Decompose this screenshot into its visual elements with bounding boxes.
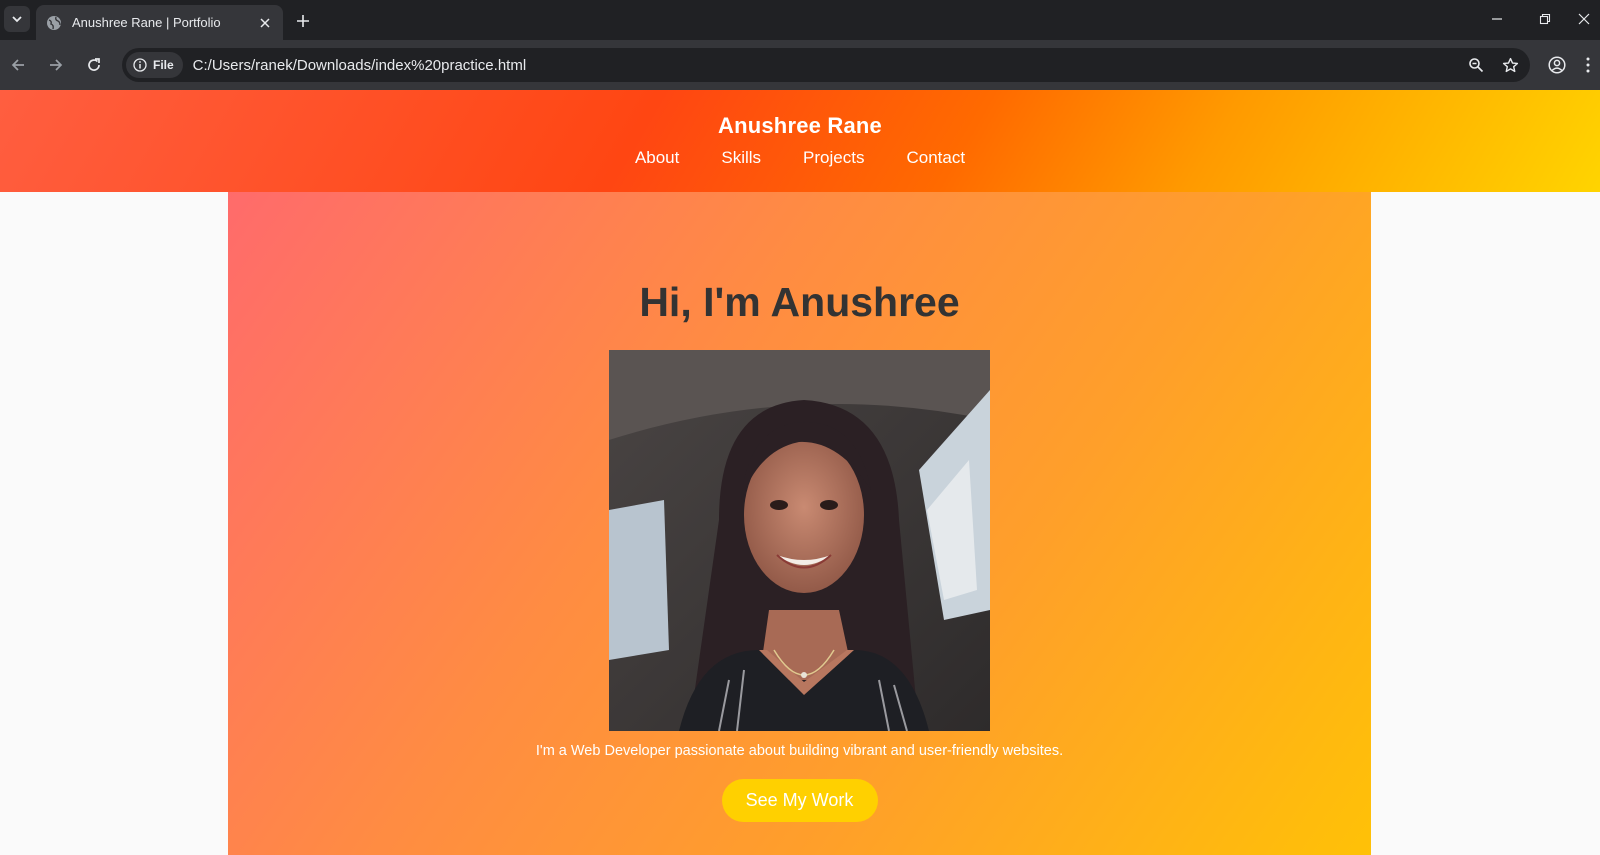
nav-link-contact[interactable]: Contact bbox=[906, 148, 965, 168]
site-header: Anushree Rane About Skills Projects Cont… bbox=[0, 90, 1600, 192]
url-text[interactable]: C:/Users/ranek/Downloads/index%20practic… bbox=[193, 57, 1462, 74]
plus-icon bbox=[297, 15, 309, 27]
bookmark-star-icon[interactable] bbox=[1496, 51, 1524, 79]
minimize-icon bbox=[1492, 18, 1502, 20]
hero-heading: Hi, I'm Anushree bbox=[639, 279, 960, 325]
tab-list-button[interactable] bbox=[4, 6, 30, 32]
browser-tab-bar: Anushree Rane | Portfolio bbox=[0, 0, 1600, 40]
site-info-chip[interactable]: File bbox=[126, 52, 183, 78]
see-my-work-button[interactable]: See My Work bbox=[721, 779, 878, 822]
profile-icon bbox=[1548, 56, 1566, 74]
reload-button[interactable] bbox=[80, 51, 108, 79]
nav-link-about[interactable]: About bbox=[635, 148, 679, 168]
arrow-right-icon bbox=[50, 59, 63, 71]
new-tab-button[interactable] bbox=[290, 8, 316, 34]
browser-tab[interactable]: Anushree Rane | Portfolio bbox=[36, 5, 283, 40]
reload-icon bbox=[88, 58, 100, 71]
profile-photo bbox=[609, 350, 990, 731]
hero-tagline: I'm a Web Developer passionate about bui… bbox=[535, 743, 1064, 759]
info-icon bbox=[133, 58, 147, 72]
tab-title: Anushree Rane | Portfolio bbox=[72, 15, 221, 30]
address-bar[interactable]: File C:/Users/ranek/Downloads/index%20pr… bbox=[122, 48, 1530, 82]
nav-link-projects[interactable]: Projects bbox=[803, 148, 864, 168]
menu-button[interactable] bbox=[1580, 51, 1596, 79]
forward-button[interactable] bbox=[42, 51, 70, 79]
globe-icon bbox=[46, 15, 62, 31]
site-nav: About Skills Projects Contact bbox=[0, 148, 1600, 168]
close-window-button[interactable] bbox=[1568, 0, 1600, 38]
site-chip-label: File bbox=[153, 58, 174, 72]
browser-toolbar: File C:/Users/ranek/Downloads/index%20pr… bbox=[0, 40, 1600, 90]
hero-section: Hi, I'm Anushree I'm a Web Developer pas… bbox=[228, 192, 1371, 855]
back-button[interactable] bbox=[4, 51, 32, 79]
zoom-icon[interactable] bbox=[1462, 51, 1490, 79]
chevron-down-icon bbox=[12, 16, 22, 23]
restore-button[interactable] bbox=[1522, 0, 1568, 38]
page-viewport: Anushree Rane About Skills Projects Cont… bbox=[0, 90, 1600, 855]
nav-link-skills[interactable]: Skills bbox=[721, 148, 761, 168]
kebab-menu-icon bbox=[1586, 57, 1590, 73]
restore-icon bbox=[1539, 13, 1551, 25]
minimize-button[interactable] bbox=[1474, 0, 1520, 38]
site-brand: Anushree Rane bbox=[718, 113, 882, 138]
profile-button[interactable] bbox=[1543, 51, 1571, 79]
close-tab-icon[interactable] bbox=[253, 11, 277, 35]
arrow-left-icon bbox=[11, 59, 24, 71]
close-icon bbox=[1578, 13, 1590, 25]
